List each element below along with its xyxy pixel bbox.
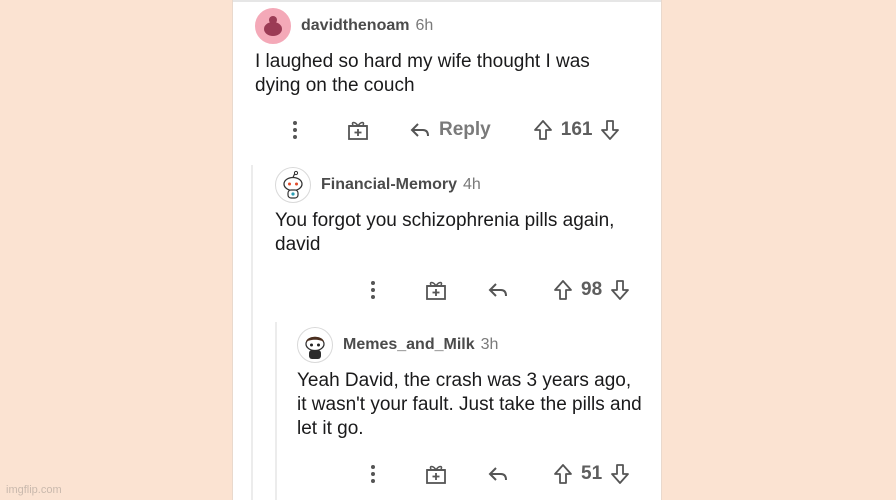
vote-count: 161 [560,119,593,140]
comment-header: davidthenoam 6h [255,6,645,46]
more-options-button[interactable] [283,120,307,140]
more-vertical-icon [371,465,375,483]
comment-text: I laughed so hard my wife thought I was … [255,51,590,96]
comment-3: Memes_and_Milk 3h Yeah David, the crash … [297,325,647,441]
avatar[interactable] [255,8,291,44]
comment-1: davidthenoam 6h I laughed so hard my wif… [255,6,645,98]
upvote-button[interactable] [553,279,573,301]
downvote-button[interactable] [600,119,620,141]
imgflip-watermark: imgflip.com [6,484,62,496]
comment-3-actions: 51 [361,459,651,489]
reply-button[interactable] [487,281,509,299]
comment-2: Financial-Memory 4h You forgot you schiz… [275,165,645,257]
vote-count: 98 [581,279,603,300]
snoo-avatar-icon [283,170,303,199]
username[interactable]: Memes_and_Milk [343,336,475,354]
downvote-button[interactable] [610,463,630,485]
give-award-button[interactable] [423,279,449,301]
username[interactable]: davidthenoam [301,17,409,35]
give-award-button[interactable] [345,119,371,141]
timestamp: 6h [415,17,434,34]
comment-1-actions: Reply 161 [283,115,643,145]
reply-button[interactable]: Reply [409,119,491,141]
give-award-button[interactable] [423,463,449,485]
vote-count: 51 [581,463,603,484]
reply-button[interactable] [487,465,509,483]
upvote-arrow-icon [554,464,572,484]
more-vertical-icon [293,121,297,139]
top-divider [233,0,661,2]
reply-arrow-icon [410,123,429,137]
gift-icon [426,465,446,484]
snoo-avatar-icon [264,16,282,36]
upvote-button[interactable] [553,463,573,485]
avatar[interactable] [297,327,333,363]
upvote-arrow-icon [533,120,552,140]
comment-thread-card: davidthenoam 6h I laughed so hard my wif… [232,0,662,500]
reply-arrow-icon [488,283,507,297]
downvote-arrow-icon [611,464,630,484]
snoo-avatar-icon [305,336,325,359]
comment-header: Memes_and_Milk 3h [297,325,647,365]
timestamp: 3h [480,336,499,353]
downvote-arrow-icon [601,120,620,140]
gift-icon [426,281,446,300]
thread-line[interactable] [275,322,277,500]
username[interactable]: Financial-Memory [321,176,457,194]
comment-header: Financial-Memory 4h [275,165,645,205]
upvote-button[interactable] [533,119,553,141]
more-options-button[interactable] [361,464,385,484]
comment-text: You forgot you schizophrenia pills again… [275,210,615,255]
reply-label: Reply [439,119,491,140]
downvote-arrow-icon [611,280,630,300]
downvote-button[interactable] [610,279,630,301]
timestamp: 4h [463,176,481,193]
comment-2-actions: 98 [361,275,651,305]
more-options-button[interactable] [361,280,385,300]
upvote-arrow-icon [554,280,572,300]
gift-icon [348,121,368,140]
avatar[interactable] [275,167,311,203]
thread-line[interactable] [251,165,253,500]
more-vertical-icon [371,281,375,299]
reply-arrow-icon [488,467,507,481]
comment-text: Yeah David, the crash was 3 years ago, i… [297,370,642,439]
